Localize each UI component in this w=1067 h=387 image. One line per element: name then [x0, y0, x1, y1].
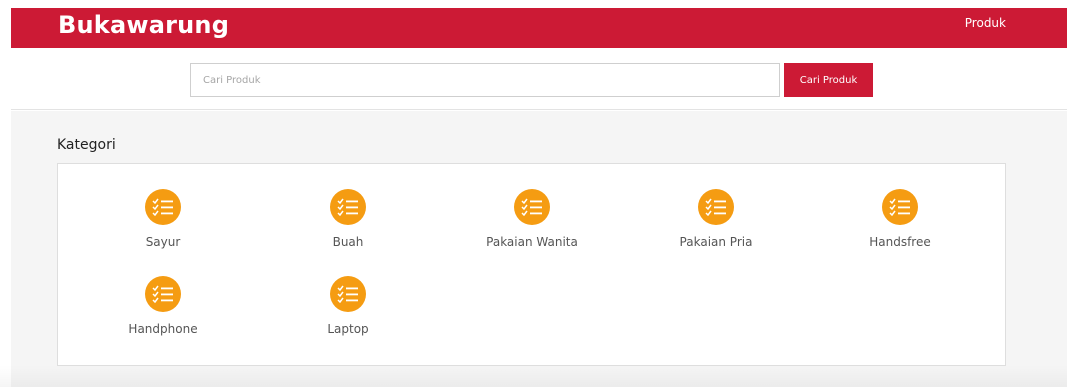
- category-label: Laptop: [327, 322, 369, 336]
- checklist-icon: [882, 189, 918, 225]
- category-label: Handphone: [128, 322, 198, 336]
- main-content: Kategori Sayur Buah Pakaian Wanita Pakai…: [11, 111, 1067, 387]
- search-section: Cari Produk: [11, 48, 1067, 110]
- category-label: Handsfree: [869, 235, 931, 249]
- category-item-pakaian-wanita[interactable]: Pakaian Wanita: [452, 189, 612, 259]
- category-label: Sayur: [145, 235, 181, 249]
- section-title: Kategori: [57, 137, 116, 153]
- checklist-icon: [145, 276, 181, 312]
- checklist-icon: [698, 189, 734, 225]
- category-item-handsfree[interactable]: Handsfree: [820, 189, 980, 259]
- nav-link-produk[interactable]: Produk: [965, 16, 1006, 30]
- category-item-sayur[interactable]: Sayur: [83, 189, 243, 259]
- checklist-icon: [514, 189, 550, 225]
- header-bar: Bukawarung Produk: [11, 8, 1067, 48]
- category-grid: Sayur Buah Pakaian Wanita Pakaian Pria H…: [57, 163, 1006, 366]
- category-item-laptop[interactable]: Laptop: [268, 276, 428, 346]
- checklist-icon: [330, 276, 366, 312]
- search-button[interactable]: Cari Produk: [784, 63, 873, 97]
- category-item-buah[interactable]: Buah: [268, 189, 428, 259]
- search-input[interactable]: [190, 63, 780, 97]
- checklist-icon: [330, 189, 366, 225]
- category-item-pakaian-pria[interactable]: Pakaian Pria: [636, 189, 796, 259]
- category-label: Pakaian Wanita: [486, 235, 578, 249]
- category-item-handphone[interactable]: Handphone: [83, 276, 243, 346]
- category-label: Buah: [332, 235, 364, 249]
- category-label: Pakaian Pria: [679, 235, 753, 249]
- checklist-icon: [145, 189, 181, 225]
- brand-logo[interactable]: Bukawarung: [58, 11, 229, 39]
